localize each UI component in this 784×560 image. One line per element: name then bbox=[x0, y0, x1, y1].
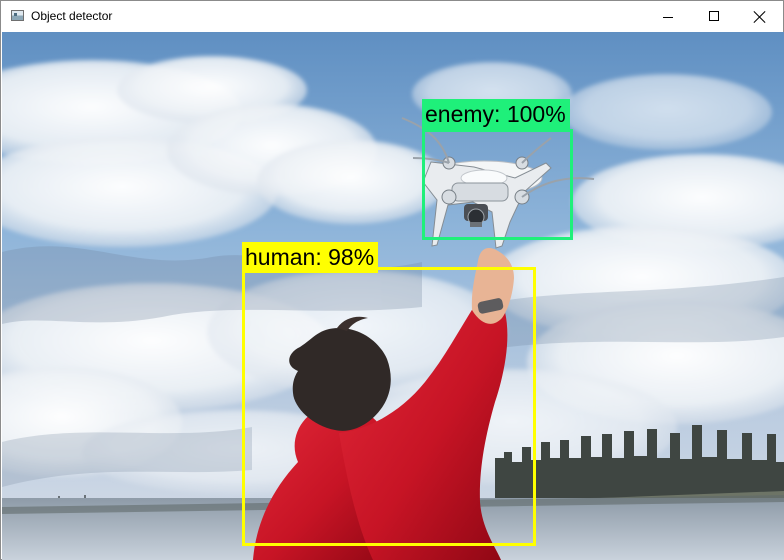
enemy-detection-label: enemy: 100% bbox=[422, 99, 570, 130]
close-button[interactable] bbox=[737, 1, 783, 32]
window-title: Object detector bbox=[31, 9, 113, 23]
enemy-detection-box bbox=[422, 129, 573, 240]
close-icon bbox=[754, 11, 766, 23]
object-detector-window: Object detector enemy: 100% human: 98% bbox=[0, 0, 784, 560]
detector-image-view: enemy: 100% human: 98% bbox=[2, 32, 784, 560]
image-window-icon bbox=[11, 10, 24, 21]
minimize-button[interactable] bbox=[645, 1, 691, 32]
maximize-button[interactable] bbox=[691, 1, 737, 32]
title-bar[interactable]: Object detector bbox=[1, 1, 783, 32]
human-detection-label: human: 98% bbox=[242, 242, 378, 273]
maximize-icon bbox=[709, 11, 719, 21]
human-detection-box bbox=[242, 267, 536, 546]
minimize-icon bbox=[663, 17, 673, 18]
